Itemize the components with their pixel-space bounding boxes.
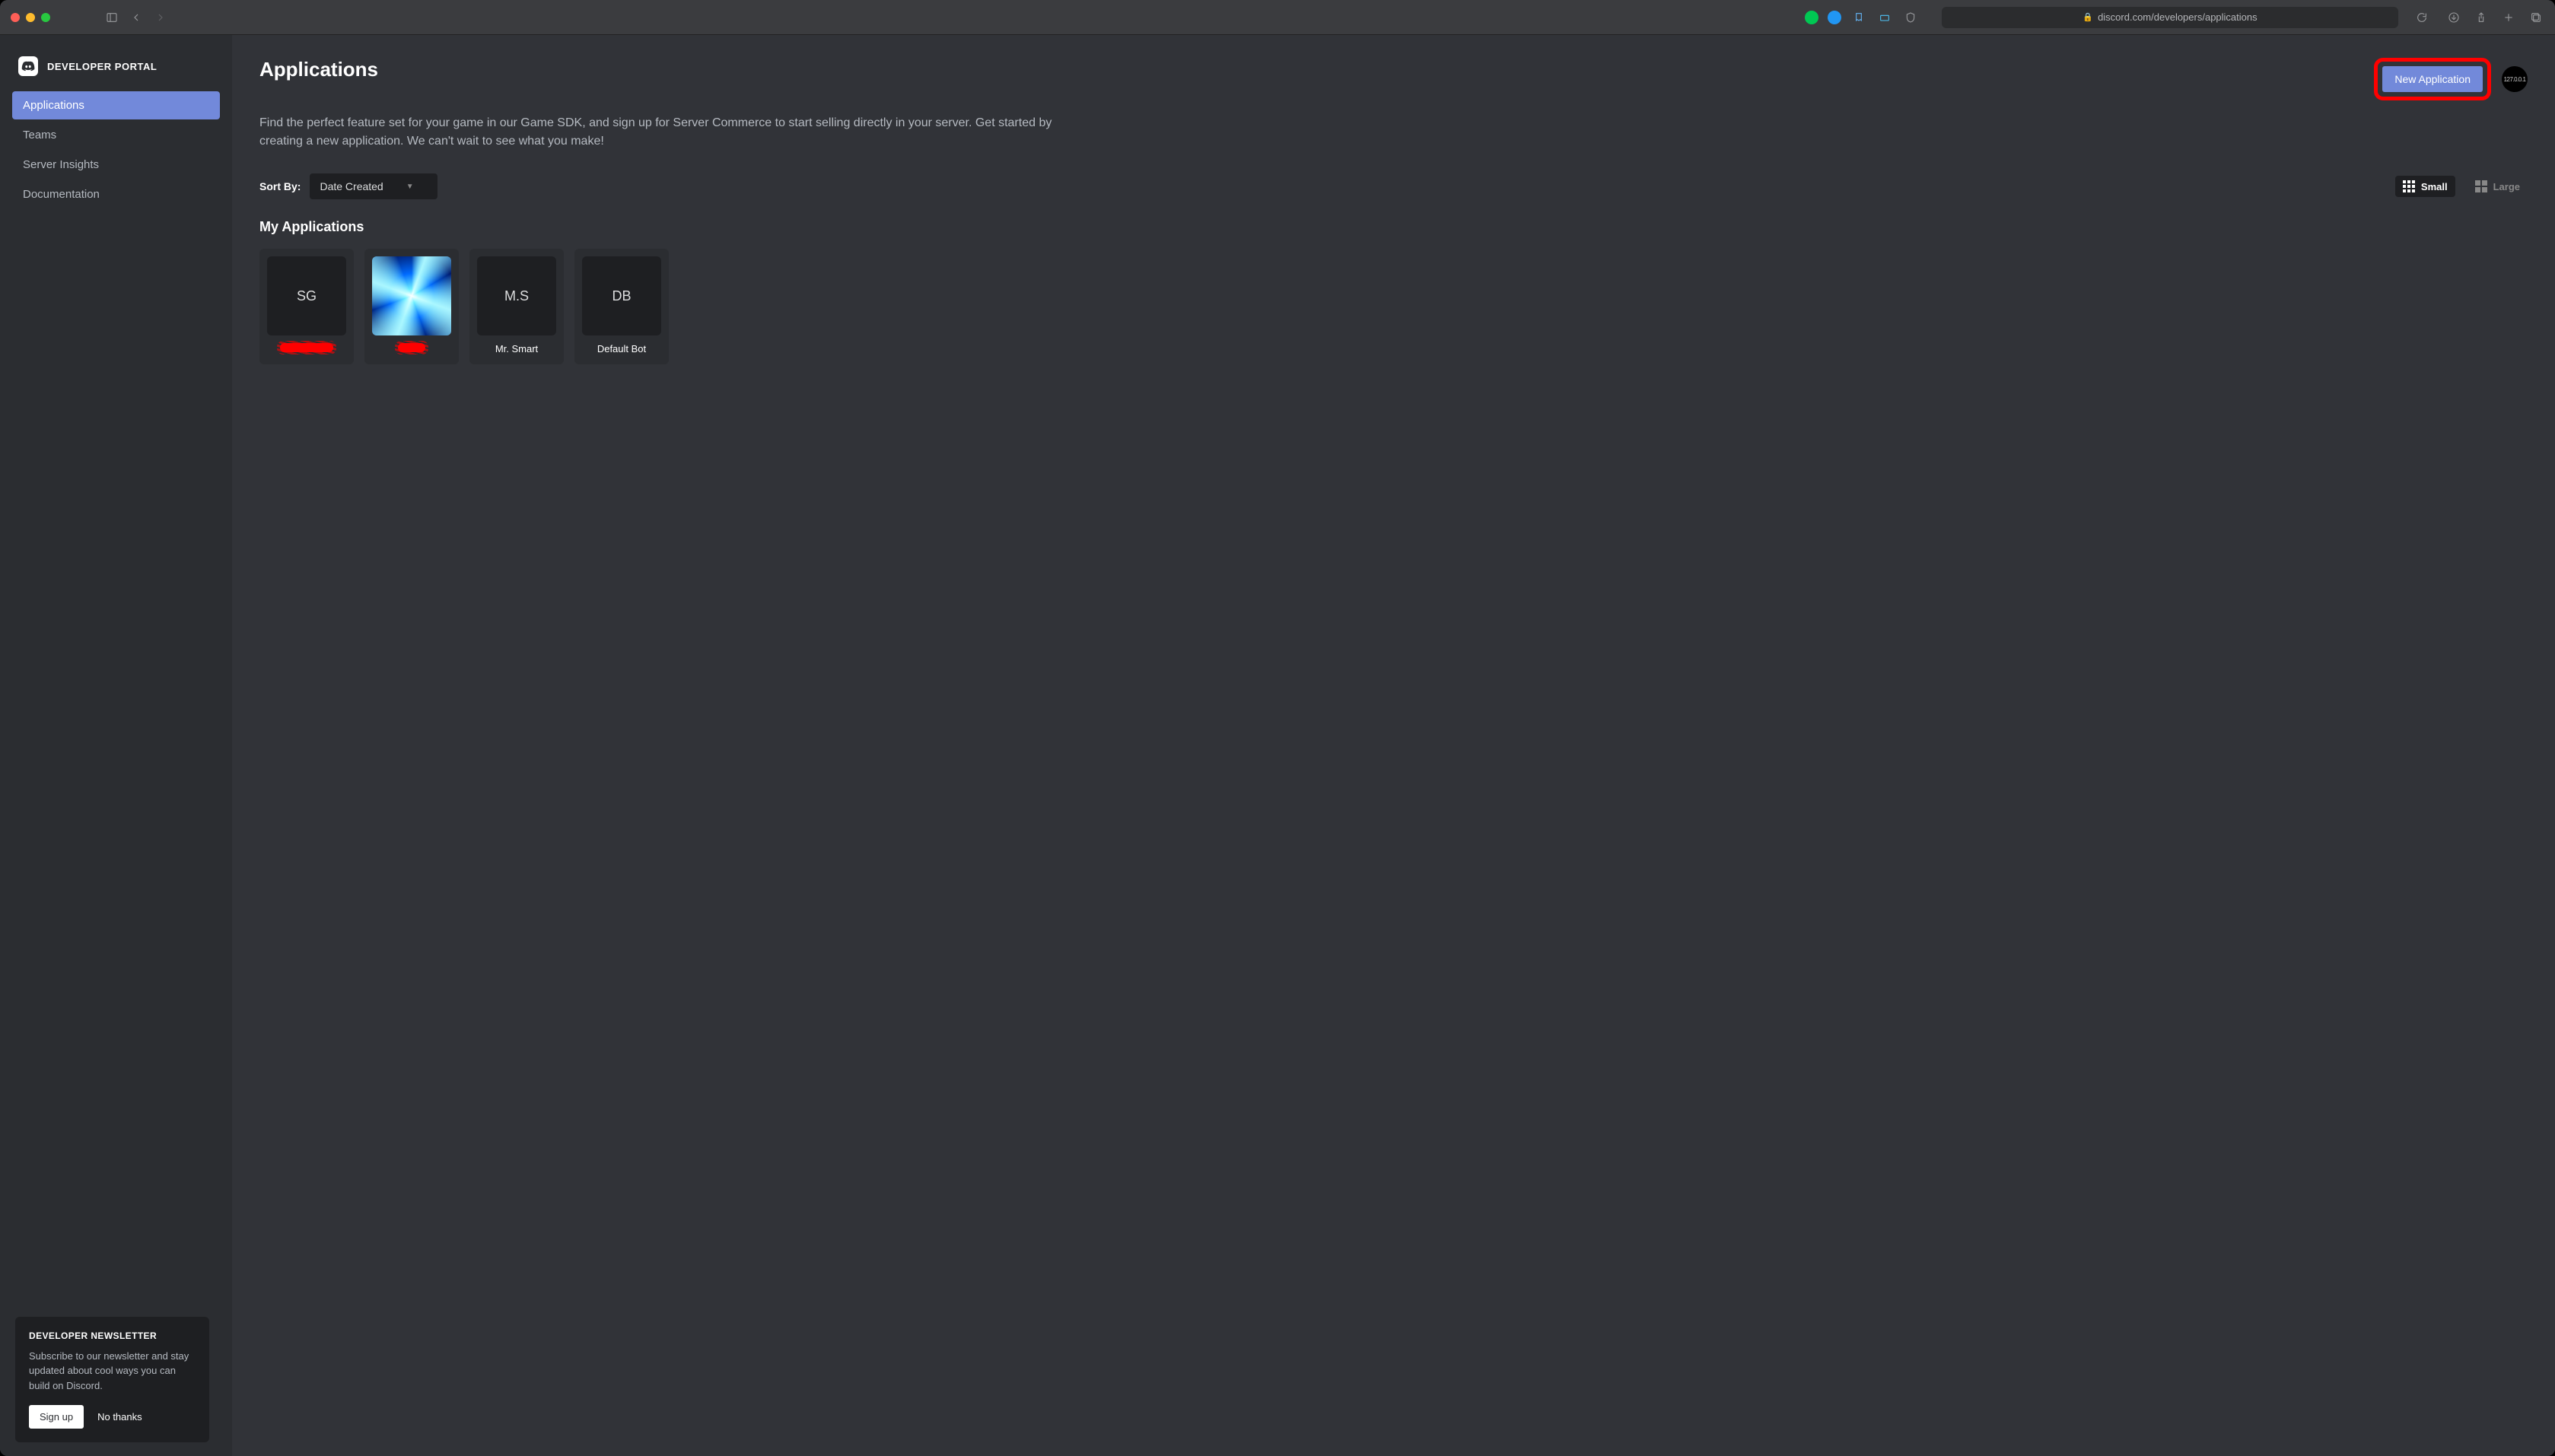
minimize-window-button[interactable] [26, 13, 35, 22]
app-thumb: DB [582, 256, 661, 335]
app-card[interactable]: SG [259, 249, 354, 364]
page-title: Applications [259, 58, 378, 81]
folder-extension-icon[interactable] [1876, 9, 1893, 26]
reload-icon[interactable] [2413, 9, 2430, 26]
view-small-label: Small [2421, 181, 2448, 192]
avatar-text: 127.0.0.1 [2504, 76, 2526, 83]
app-card[interactable]: DB Default Bot [574, 249, 669, 364]
newsletter-body: Subscribe to our newsletter and stay upd… [29, 1349, 196, 1394]
brand-label: DEVELOPER PORTAL [47, 61, 157, 72]
lock-icon: 🔒 [2082, 12, 2093, 22]
redacted-label [398, 343, 425, 352]
close-window-button[interactable] [11, 13, 20, 22]
discord-logo-icon [18, 56, 38, 76]
url-bar[interactable]: 🔒 discord.com/developers/applications [1942, 7, 2398, 28]
grammarly-extension-icon[interactable] [1805, 11, 1818, 24]
newsletter-card: DEVELOPER NEWSLETTER Subscribe to our ne… [15, 1317, 209, 1443]
newsletter-title: DEVELOPER NEWSLETTER [29, 1330, 196, 1341]
nav-server-insights[interactable]: Server Insights [12, 151, 220, 179]
shield-icon[interactable] [1902, 9, 1919, 26]
chevron-down-icon: ▼ [406, 183, 414, 191]
tabs-overview-icon[interactable] [2528, 9, 2544, 26]
view-small-button[interactable]: Small [2395, 176, 2455, 197]
sort-select[interactable]: Date Created ▼ [310, 173, 437, 199]
app-name: Mr. Smart [495, 343, 538, 357]
app-thumb: SG [267, 256, 346, 335]
nav-teams[interactable]: Teams [12, 121, 220, 149]
app-card[interactable] [364, 249, 459, 364]
new-tab-icon[interactable] [2500, 9, 2517, 26]
app-name: Default Bot [597, 343, 646, 357]
forward-button[interactable] [152, 9, 169, 26]
sort-label: Sort By: [259, 180, 301, 192]
redacted-label [280, 343, 333, 352]
section-title: My Applications [259, 219, 2528, 235]
extension-icon[interactable] [1828, 11, 1841, 24]
nav-applications[interactable]: Applications [12, 91, 220, 119]
sidebar: DEVELOPER PORTAL Applications Teams Serv… [0, 35, 232, 1456]
large-grid-icon [2475, 180, 2487, 192]
ghost-extension-icon[interactable] [1850, 9, 1867, 26]
app-card[interactable]: M.S Mr. Smart [469, 249, 564, 364]
browser-titlebar: 🔒 discord.com/developers/applications [0, 0, 2555, 35]
new-application-button[interactable]: New Application [2382, 66, 2483, 92]
maximize-window-button[interactable] [41, 13, 50, 22]
url-text: discord.com/developers/applications [2098, 11, 2258, 23]
nav-documentation[interactable]: Documentation [12, 180, 220, 208]
page-description: Find the perfect feature set for your ga… [259, 114, 1081, 151]
download-icon[interactable] [2445, 9, 2462, 26]
back-button[interactable] [128, 9, 145, 26]
sidebar-toggle-icon[interactable] [103, 9, 120, 26]
view-large-button[interactable]: Large [2468, 176, 2528, 197]
nothanks-link[interactable]: No thanks [97, 1411, 142, 1423]
window-controls [11, 13, 50, 22]
main-content: Applications New Application 127.0.0.1 F… [232, 35, 2555, 1456]
apps-grid: SG M.S Mr. Smart DB Default Bot [259, 249, 2528, 364]
share-icon[interactable] [2473, 9, 2490, 26]
new-app-highlight: New Application [2374, 58, 2491, 100]
user-avatar[interactable]: 127.0.0.1 [2502, 66, 2528, 92]
view-large-label: Large [2493, 181, 2520, 192]
small-grid-icon [2403, 180, 2415, 192]
app-thumb-image [372, 256, 451, 335]
sort-value: Date Created [320, 180, 383, 192]
brand[interactable]: DEVELOPER PORTAL [0, 50, 232, 91]
app-thumb: M.S [477, 256, 556, 335]
signup-button[interactable]: Sign up [29, 1405, 84, 1429]
